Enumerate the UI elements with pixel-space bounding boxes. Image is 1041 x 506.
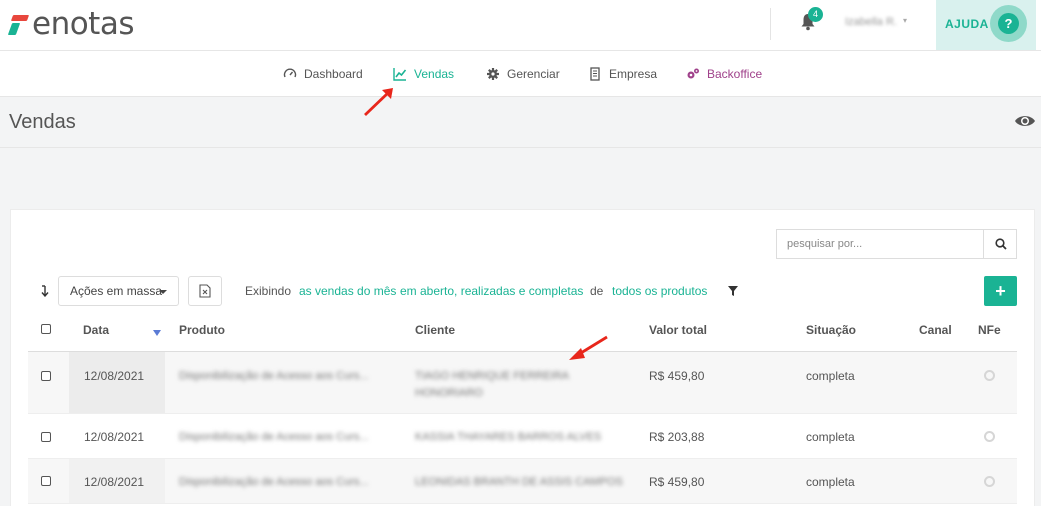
filter-period-link[interactable]: as vendas do mês (299, 284, 396, 298)
row-status: completa (806, 475, 855, 489)
row-client-line2[interactable]: HONORIARO (415, 387, 483, 399)
help-label[interactable]: AJUDA (945, 17, 989, 31)
row-checkbox[interactable] (41, 476, 51, 486)
nav-vendas[interactable]: Vendas (393, 67, 454, 81)
gears-icon (687, 68, 699, 79)
mass-actions-dropdown[interactable]: Ações em massa (58, 276, 179, 306)
row-checkbox[interactable] (41, 432, 51, 442)
search-input[interactable] (777, 230, 983, 258)
sort-direction-icon[interactable] (41, 285, 49, 297)
row-status: completa (806, 369, 855, 383)
add-sale-button[interactable]: + (984, 276, 1017, 306)
row-date: 12/08/2021 (84, 475, 145, 489)
top-header: enotas 4 Izabella R. ▾ AJUDA ? (0, 0, 1041, 51)
select-all-checkbox[interactable] (41, 324, 51, 334)
column-header-data[interactable]: Data (83, 323, 109, 337)
row-date: 12/08/2021 (84, 430, 145, 444)
row-client[interactable]: KASSIA THAYARES BARROS ALVES (415, 431, 601, 443)
row-product[interactable]: Disponibilização de Acesso aos Curs... (179, 476, 369, 488)
row-total: R$ 459,80 (649, 369, 705, 383)
nav-dashboard[interactable]: Dashboard (283, 67, 363, 81)
export-button[interactable] (188, 276, 222, 306)
row-divider (28, 503, 1017, 504)
user-caret-icon[interactable]: ▾ (903, 16, 907, 25)
search-box (776, 229, 1017, 259)
gear-icon (487, 68, 499, 80)
search-button[interactable] (983, 230, 1017, 258)
column-header-canal[interactable]: Canal (919, 323, 952, 337)
row-client[interactable]: TIAGO HENRIQUE FERREIRA (415, 370, 569, 382)
nav-backoffice[interactable]: Backoffice (686, 67, 762, 81)
column-header-valor-total[interactable]: Valor total (649, 323, 707, 337)
nav-empresa-label: Empresa (609, 67, 658, 81)
caret-down-icon (159, 290, 167, 294)
gauge-icon (283, 68, 297, 78)
file-excel-icon (199, 284, 211, 298)
logo-text: enotas (32, 6, 135, 42)
filter-connector: de (590, 284, 604, 298)
nav-backoffice-label: Backoffice (707, 67, 763, 81)
nav-vendas-label: Vendas (414, 67, 455, 81)
row-product[interactable]: Disponibilização de Acesso aos Curs... (179, 431, 369, 443)
nav-empresa[interactable]: Empresa (588, 67, 657, 81)
user-menu[interactable]: Izabella R. (845, 16, 897, 28)
nav-dashboard-label: Dashboard (304, 67, 363, 81)
mass-actions-label: Ações em massa (70, 284, 163, 298)
row-date: 12/08/2021 (84, 369, 145, 383)
page-title: Vendas (9, 111, 76, 133)
row-status: completa (806, 430, 855, 444)
main-nav: Dashboard Vendas Gerenciar Empresa Backo… (0, 51, 1041, 97)
nfe-status-icon[interactable] (984, 476, 995, 487)
nfe-status-icon[interactable] (984, 370, 995, 381)
logo-mark-icon (7, 9, 30, 39)
header-divider (770, 8, 771, 40)
row-checkbox[interactable] (41, 371, 51, 381)
chart-line-icon (393, 68, 407, 81)
row-total: R$ 203,88 (649, 430, 705, 444)
column-header-cliente[interactable]: Cliente (415, 323, 455, 337)
help-icon[interactable]: ? (990, 5, 1027, 42)
column-header-produto[interactable]: Produto (179, 323, 225, 337)
column-header-situacao[interactable]: Situação (806, 323, 856, 337)
notification-badge: 4 (808, 7, 823, 22)
table-row[interactable] (28, 352, 1017, 413)
nav-gerenciar-label: Gerenciar (507, 67, 560, 81)
column-header-nfe[interactable]: NFe (978, 323, 1001, 337)
filter-prefix: Exibindo (245, 284, 292, 298)
filter-products-link[interactable]: todos os produtos (612, 284, 707, 298)
search-icon (994, 238, 1007, 250)
filter-status-link[interactable]: em aberto, realizadas e completas (400, 284, 583, 298)
nav-gerenciar[interactable]: Gerenciar (486, 67, 560, 81)
row-divider (28, 413, 1017, 414)
row-client[interactable]: LEONIDAS BRANTH DE ASSIS CAMPOS (415, 476, 623, 488)
row-product[interactable]: Disponibilização de Acesso aos Curs... (179, 370, 369, 382)
enotas-logo[interactable]: enotas (7, 6, 135, 42)
row-total: R$ 459,80 (649, 475, 705, 489)
nfe-status-icon[interactable] (984, 431, 995, 442)
help-question-glyph: ? (998, 13, 1019, 34)
page-header: Vendas (0, 97, 1041, 148)
sort-desc-icon[interactable] (153, 330, 161, 336)
building-icon (590, 67, 600, 81)
filter-icon[interactable] (728, 286, 738, 296)
eye-icon[interactable] (1014, 114, 1036, 128)
